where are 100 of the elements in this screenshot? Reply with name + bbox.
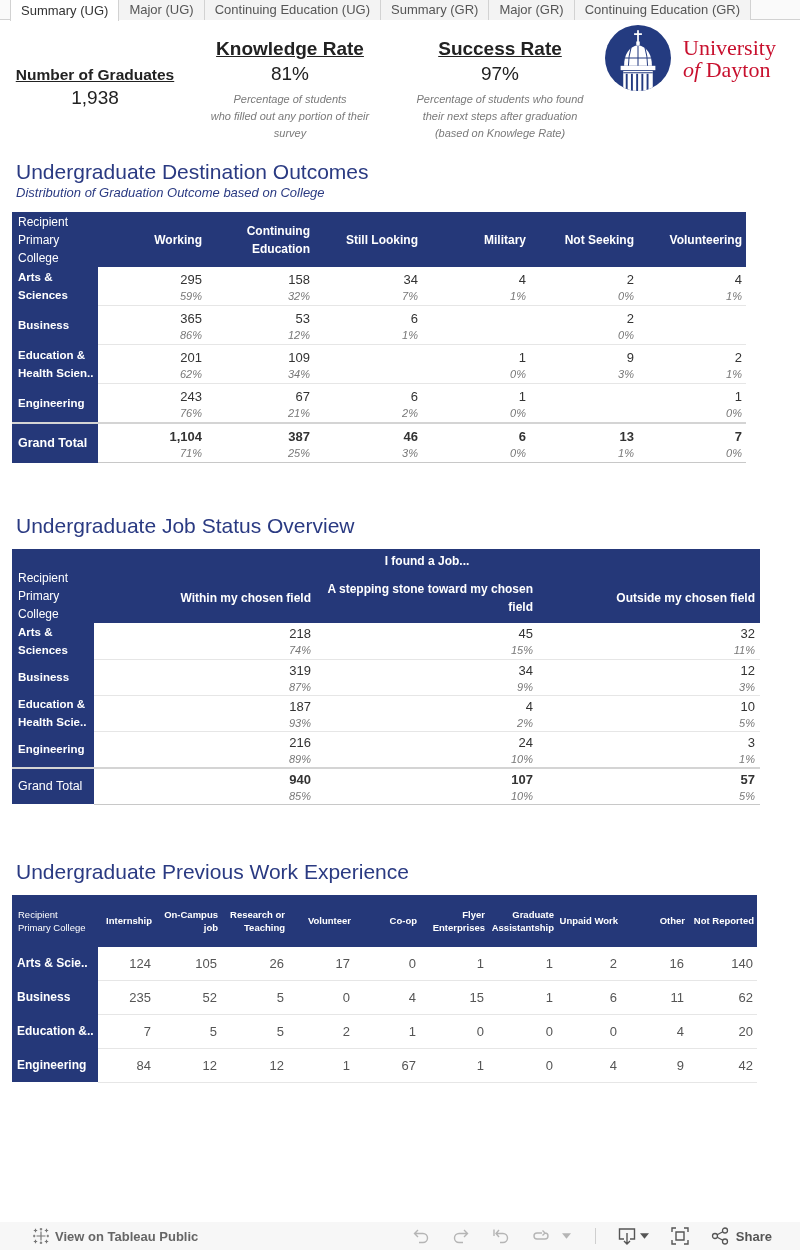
column-header: On-Campus job <box>155 894 221 947</box>
row-header: Arts & Sciences <box>12 267 98 306</box>
cell-count: 4 <box>517 271 526 288</box>
table-cell: 1 <box>354 1014 420 1048</box>
cell-count: 10 <box>739 697 755 715</box>
column-header: Not Seeking <box>530 212 638 267</box>
cell-percent: 5% <box>738 715 755 731</box>
cell-count: 34 <box>517 661 533 679</box>
cell-percent: 3% <box>617 367 634 382</box>
cell-percent: 0% <box>509 367 526 382</box>
cell-count: 1 <box>517 349 526 366</box>
table-cell: 4 <box>557 1048 621 1082</box>
revert-icon <box>491 1227 510 1245</box>
table-cell: 11 <box>621 980 688 1014</box>
logo-wordmark: University of Dayton <box>683 37 776 81</box>
cell-percent: 11% <box>732 643 755 658</box>
cell-count: 1 <box>517 388 526 405</box>
cell-percent: 10% <box>509 751 533 767</box>
cell-count: 2 <box>625 310 634 327</box>
cell-percent: 32% <box>286 289 310 304</box>
cell-count: 13 <box>618 428 634 445</box>
cell-count: 24 <box>517 733 533 751</box>
column-header: Volunteering <box>638 212 746 267</box>
cell-percent: 0% <box>617 289 634 304</box>
table-cell: 0 <box>354 946 420 980</box>
share-button[interactable]: Share <box>710 1227 772 1245</box>
column-header: Unpaid Work <box>557 894 621 947</box>
cell-count: 1,104 <box>168 428 202 445</box>
cell-percent: 93% <box>287 715 311 731</box>
cell-percent: 62% <box>178 367 202 382</box>
kpi-note: Percentage of students who filled out any portion of their survey <box>209 92 371 141</box>
kpi-title: Number of Graduates <box>15 65 175 85</box>
undo-icon <box>411 1227 430 1245</box>
cell-percent: 21% <box>286 406 310 421</box>
cell-percent: 0% <box>725 406 742 421</box>
column-header: Recipient Primary College <box>12 894 98 947</box>
cell-count: 3 <box>746 733 755 751</box>
column-header: Recipient Primary College <box>12 212 98 267</box>
cell-count: 387 <box>287 428 310 445</box>
cell-percent: 5% <box>738 788 755 804</box>
table-cell: 84 <box>98 1048 155 1082</box>
cell-percent: 15% <box>509 643 533 658</box>
table-cell: 1 <box>288 1048 354 1082</box>
cell-percent: 2% <box>401 406 418 421</box>
download-button[interactable] <box>617 1227 649 1245</box>
tab[interactable]: Summary (UG) <box>10 0 120 21</box>
table-cell: 26 <box>221 946 288 980</box>
table-cell: 1 <box>420 1048 488 1082</box>
kpi-value: 81% <box>270 62 310 86</box>
column-header: Outside my chosen field <box>538 572 760 623</box>
tab[interactable]: Summary (GR) <box>381 0 490 20</box>
row-header: Engineering <box>12 1048 98 1082</box>
cell-percent: 1% <box>725 367 742 382</box>
table-cell: 140 <box>688 946 757 980</box>
column-header: Other <box>621 894 688 947</box>
cell-count: 4 <box>524 697 533 715</box>
column-header: Military <box>422 212 530 267</box>
cell-count: 319 <box>288 661 311 679</box>
cell-count: 109 <box>287 349 310 366</box>
column-header: Graduate Assistantship <box>488 894 557 947</box>
cell-percent: 59% <box>178 289 202 304</box>
table-cell: 7 <box>98 1014 155 1048</box>
cell-count: 6 <box>517 428 526 445</box>
cell-percent: 10% <box>509 788 533 804</box>
section-subtitle: Distribution of Graduation Outcome based on College <box>15 185 326 201</box>
column-header: Research or Teaching <box>221 894 288 947</box>
cell-count: 34 <box>402 271 418 288</box>
cell-count: 216 <box>288 733 311 751</box>
cell-percent: 3% <box>401 446 418 461</box>
cell-percent: 1% <box>617 446 634 461</box>
tab[interactable]: Continuing Education (GR) <box>574 0 752 20</box>
table-cell: 67 <box>354 1048 420 1082</box>
tab[interactable]: Major (GR) <box>489 0 575 20</box>
table-cell: 124 <box>98 946 155 980</box>
cell-count: 32 <box>739 625 755 642</box>
caret-icon <box>639 1233 649 1239</box>
cell-count: 107 <box>510 770 533 788</box>
cell-count: 12 <box>739 661 755 679</box>
cell-count: 9 <box>625 349 634 366</box>
cell-percent: 0% <box>725 446 742 461</box>
cell-percent: 1% <box>725 289 742 304</box>
row-header: Engineering <box>12 731 94 768</box>
row-header: Engineering <box>12 383 98 423</box>
table-cell: 5 <box>221 980 288 1014</box>
view-on-tableau-link[interactable]: View on Tableau Public <box>33 1228 199 1244</box>
cell-count: 187 <box>288 697 311 715</box>
caret-icon <box>561 1233 571 1239</box>
row-header: Business <box>12 659 94 695</box>
cell-count: 67 <box>294 388 310 405</box>
row-header: Grand Total <box>12 767 94 804</box>
table-cell: 0 <box>488 1048 557 1082</box>
tab[interactable]: Continuing Education (UG) <box>204 0 382 20</box>
tab[interactable]: Major (UG) <box>119 0 205 20</box>
dome-logo-icon <box>605 25 671 91</box>
cell-percent: 87% <box>287 679 311 695</box>
row-header: Education &.. <box>12 1014 98 1048</box>
table-cell: 1 <box>488 980 557 1014</box>
column-header: Continuing Education <box>206 212 314 267</box>
cell-count: 6 <box>409 310 418 327</box>
fullscreen-button[interactable] <box>670 1227 689 1245</box>
